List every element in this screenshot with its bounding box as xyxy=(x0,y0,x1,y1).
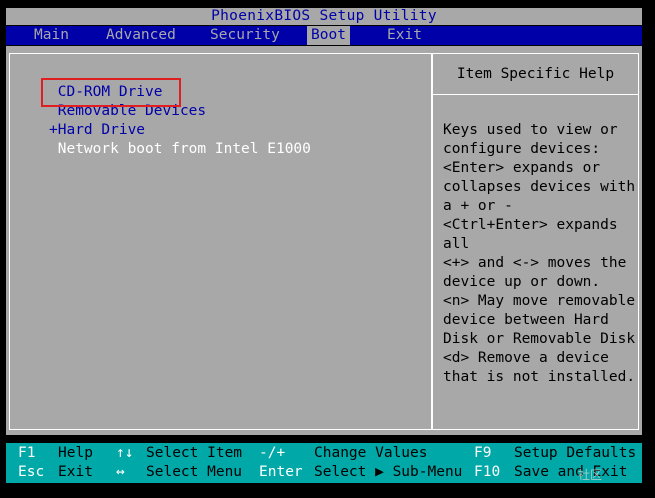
window-title: PhoenixBIOS Setup Utility xyxy=(6,8,642,25)
f9-key: F9 xyxy=(474,445,492,461)
help-label: Help xyxy=(58,445,93,461)
esc-key: Esc xyxy=(18,464,45,480)
boot-item-hard-drive[interactable]: +Hard Drive xyxy=(49,121,145,140)
tab-security[interactable]: Security xyxy=(206,26,284,45)
setup-defaults-label: Setup Defaults xyxy=(514,445,637,461)
enter-key: Enter xyxy=(259,464,303,480)
boot-item-network[interactable]: Network boot from Intel E1000 xyxy=(49,140,311,159)
select-item-label: Select Item xyxy=(146,445,243,461)
left-right-arrow-icon: ↔ xyxy=(116,464,125,480)
up-down-arrows-icon: ↑↓ xyxy=(116,445,134,461)
select-submenu-label: Select ▶ Sub-Menu xyxy=(314,464,463,480)
help-panel: Item Specific Help Keys used to view or … xyxy=(432,53,639,430)
tab-main[interactable]: Main xyxy=(30,26,73,45)
key-help-footer: F1 Help ↑↓ Select Item -/+ Change Values… xyxy=(6,443,642,483)
exit-label: Exit xyxy=(58,464,93,480)
f10-key: F10 xyxy=(474,464,501,480)
menu-bar: Main Advanced Security Boot Exit xyxy=(6,26,642,45)
tab-exit[interactable]: Exit xyxy=(383,26,426,45)
change-values-label: Change Values xyxy=(314,445,428,461)
watermark-text: 社区 xyxy=(578,468,603,482)
tab-boot[interactable]: Boot xyxy=(307,26,350,45)
f1-key: F1 xyxy=(18,445,36,461)
help-divider xyxy=(433,94,638,95)
select-menu-label: Select Menu xyxy=(146,464,243,480)
help-text: Keys used to view or configure devices: … xyxy=(443,122,636,385)
selection-highlight-box xyxy=(41,78,181,107)
help-title: Item Specific Help xyxy=(456,66,615,82)
tab-advanced[interactable]: Advanced xyxy=(102,26,180,45)
save-and-exit-label: Save and Exit xyxy=(514,464,628,480)
minus-plus-key: -/+ xyxy=(259,445,286,461)
